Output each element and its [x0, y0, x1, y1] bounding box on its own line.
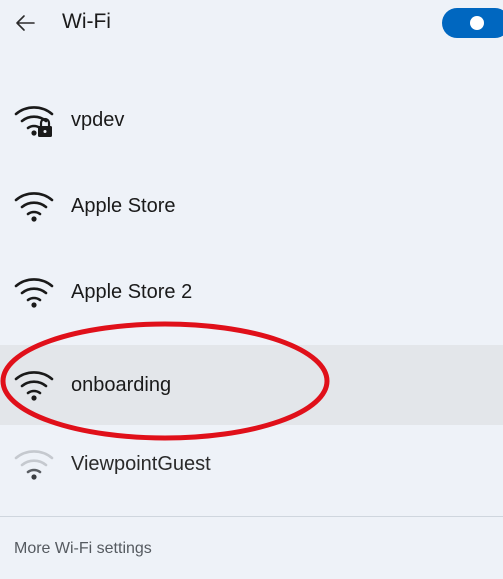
network-item-apple-store[interactable]: Apple Store — [0, 166, 503, 246]
wifi-icon — [14, 274, 56, 310]
wifi-header: Wi-Fi — [0, 0, 503, 46]
network-item-apple-store-2[interactable]: Apple Store 2 — [0, 252, 503, 332]
network-name: ViewpointGuest — [71, 452, 211, 475]
network-name: onboarding — [71, 373, 172, 396]
network-name: vpdev — [71, 108, 125, 131]
wifi-icon — [14, 188, 56, 224]
network-item-viewpointguest[interactable]: ViewpointGuest — [0, 424, 503, 504]
wifi-toggle[interactable] — [442, 8, 503, 38]
divider — [0, 516, 503, 517]
toggle-knob — [470, 16, 484, 30]
wifi-icon — [14, 367, 56, 403]
network-name: Apple Store 2 — [71, 280, 193, 303]
network-name: Apple Store — [71, 194, 176, 217]
network-item-onboarding[interactable]: onboarding — [0, 345, 503, 425]
network-item-vpdev[interactable]: vpdev — [0, 80, 503, 160]
back-arrow-icon — [16, 15, 35, 31]
more-wifi-settings-link[interactable]: More Wi-Fi settings — [14, 540, 152, 558]
wifi-secured-icon — [14, 102, 56, 138]
wifi-weak-icon — [14, 446, 56, 482]
page-title: Wi-Fi — [62, 10, 111, 33]
back-button[interactable] — [10, 8, 40, 38]
